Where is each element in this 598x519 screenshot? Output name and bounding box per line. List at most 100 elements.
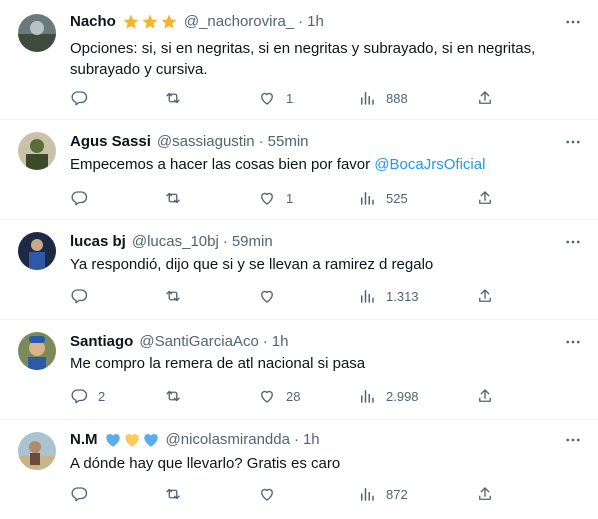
views-chart-icon bbox=[361, 290, 374, 303]
action-bar: 1 525 bbox=[70, 188, 520, 208]
action-bar: 872 bbox=[70, 484, 520, 504]
retweet-icon bbox=[166, 488, 180, 500]
display-name[interactable]: Santiago bbox=[70, 332, 133, 352]
star-emoji bbox=[142, 14, 158, 29]
reply-button[interactable] bbox=[70, 484, 98, 504]
timestamp[interactable]: 55min bbox=[268, 132, 309, 152]
user-handle[interactable]: @lucas_10bj bbox=[132, 232, 219, 252]
retweet-button[interactable] bbox=[164, 484, 192, 504]
action-bar: 1.313 bbox=[70, 286, 520, 306]
reply-text: Opciones: si, si en negritas, si en negr… bbox=[70, 40, 536, 78]
retweet-button[interactable] bbox=[164, 386, 192, 406]
share-icon bbox=[479, 389, 491, 402]
retweet-button[interactable] bbox=[164, 286, 192, 306]
reply-icon bbox=[71, 289, 88, 304]
mention-link[interactable]: @BocaJrsOficial bbox=[374, 156, 485, 173]
timestamp[interactable]: 1h bbox=[272, 332, 289, 352]
display-name[interactable]: lucas bj bbox=[70, 232, 126, 252]
heart-icon bbox=[261, 488, 273, 501]
reply-button[interactable] bbox=[70, 88, 98, 108]
views-chart-icon bbox=[361, 192, 374, 205]
heart-icon bbox=[261, 390, 273, 403]
like-button[interactable] bbox=[258, 484, 286, 504]
like-button[interactable]: 1 bbox=[258, 88, 293, 108]
like-button[interactable]: 1 bbox=[258, 188, 293, 208]
views-button[interactable]: 525 bbox=[358, 188, 408, 208]
reply-item[interactable]: Santiago @SantiGarciaAco · 1h Me compro … bbox=[0, 320, 598, 420]
retweet-icon bbox=[166, 192, 180, 204]
more-dots-icon bbox=[566, 438, 580, 442]
blue-heart-emoji bbox=[143, 434, 158, 447]
share-button[interactable] bbox=[476, 286, 494, 306]
more-dots-icon bbox=[566, 240, 580, 244]
view-count: 525 bbox=[386, 190, 408, 206]
timestamp[interactable]: 1h bbox=[303, 430, 320, 450]
more-options-button[interactable] bbox=[562, 132, 584, 152]
reply-item[interactable]: Nacho @_nachorovira_ · 1h Opciones: si, … bbox=[0, 0, 598, 120]
reply-icon bbox=[71, 389, 88, 404]
reply-button[interactable]: 2 bbox=[70, 386, 105, 406]
user-handle[interactable]: @_nachorovira_ bbox=[184, 12, 294, 32]
share-icon bbox=[479, 191, 491, 204]
reply-header: lucas bj @lucas_10bj · 59min bbox=[70, 232, 273, 252]
display-name[interactable]: Nacho bbox=[70, 12, 116, 32]
display-name[interactable]: N.M bbox=[70, 430, 98, 450]
more-dots-icon bbox=[566, 140, 580, 144]
name-emoji bbox=[104, 431, 160, 449]
like-count: 1 bbox=[286, 90, 294, 106]
more-dots-icon bbox=[566, 340, 580, 344]
reply-button[interactable] bbox=[70, 188, 98, 208]
more-options-button[interactable] bbox=[562, 232, 584, 252]
share-button[interactable] bbox=[476, 386, 494, 406]
avatar[interactable] bbox=[18, 432, 56, 470]
avatar[interactable] bbox=[18, 332, 56, 370]
retweet-icon bbox=[166, 390, 180, 402]
user-handle[interactable]: @nicolasmirandda bbox=[166, 430, 290, 450]
share-icon bbox=[479, 91, 491, 104]
views-button[interactable]: 2.998 bbox=[358, 386, 419, 406]
timestamp[interactable]: 1h bbox=[307, 12, 324, 32]
avatar[interactable] bbox=[18, 14, 56, 52]
reply-item[interactable]: N.M @nicolasmirandda · 1h A dónde hay qu… bbox=[0, 420, 598, 519]
more-options-button[interactable] bbox=[562, 332, 584, 352]
name-emoji bbox=[122, 13, 178, 31]
retweet-button[interactable] bbox=[164, 188, 192, 208]
heart-icon bbox=[261, 290, 273, 303]
like-button[interactable] bbox=[258, 286, 286, 306]
share-icon bbox=[479, 289, 491, 302]
share-button[interactable] bbox=[476, 88, 494, 108]
avatar[interactable] bbox=[18, 232, 56, 270]
retweet-button[interactable] bbox=[164, 88, 192, 108]
reply-item[interactable]: lucas bj @lucas_10bj · 59min Ya respondi… bbox=[0, 220, 598, 320]
views-chart-icon bbox=[361, 488, 374, 501]
retweet-icon bbox=[166, 290, 180, 302]
more-options-button[interactable] bbox=[562, 12, 584, 32]
share-button[interactable] bbox=[476, 484, 494, 504]
reply-text: A dónde hay que llevarlo? Gratis es caro bbox=[70, 455, 341, 472]
views-button[interactable]: 1.313 bbox=[358, 286, 419, 306]
avatar[interactable] bbox=[18, 132, 56, 170]
display-name[interactable]: Agus Sassi bbox=[70, 132, 151, 152]
reply-text: Me compro la remera de atl nacional si p… bbox=[70, 355, 366, 372]
heart-icon bbox=[261, 192, 273, 205]
views-button[interactable]: 888 bbox=[358, 88, 408, 108]
yellow-heart-emoji bbox=[124, 434, 139, 447]
heart-icon bbox=[261, 92, 273, 105]
like-button[interactable]: 28 bbox=[258, 386, 300, 406]
timestamp[interactable]: 59min bbox=[232, 232, 273, 252]
reply-button[interactable] bbox=[70, 286, 98, 306]
action-bar: 2 28 2.998 bbox=[70, 386, 520, 406]
reply-header: N.M @nicolasmirandda · 1h bbox=[70, 430, 320, 450]
views-button[interactable]: 872 bbox=[358, 484, 408, 504]
reply-header: Agus Sassi @sassiagustin · 55min bbox=[70, 132, 309, 152]
view-count: 1.313 bbox=[386, 288, 419, 304]
more-options-button[interactable] bbox=[562, 430, 584, 450]
reply-text: Ya respondió, dijo que si y se llevan a … bbox=[70, 256, 434, 273]
user-handle[interactable]: @SantiGarciaAco bbox=[139, 332, 258, 352]
separator-dot: · bbox=[222, 233, 228, 250]
user-handle[interactable]: @sassiagustin bbox=[157, 132, 255, 152]
reply-item[interactable]: Agus Sassi @sassiagustin · 55min Empecem… bbox=[0, 120, 598, 220]
share-button[interactable] bbox=[476, 188, 494, 208]
reply-icon bbox=[71, 191, 88, 206]
like-count: 28 bbox=[286, 388, 301, 404]
